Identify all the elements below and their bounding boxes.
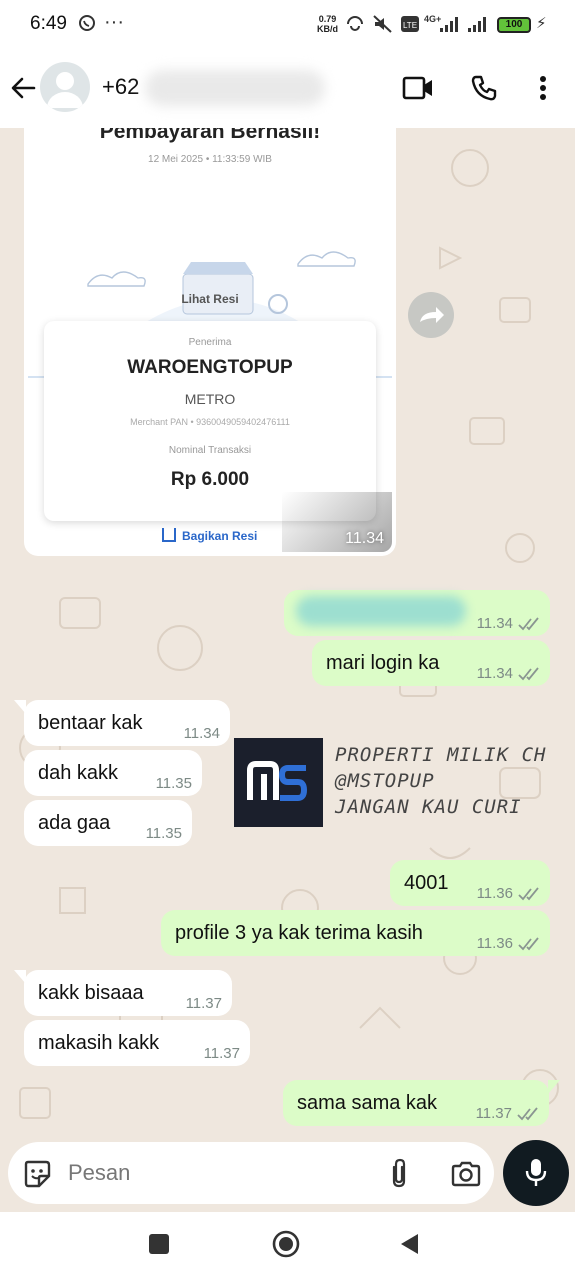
message-bubble-outgoing[interactable]: 4001 11.36	[390, 860, 550, 906]
message-bubble-incoming[interactable]: bentaar kak 11.34	[24, 700, 230, 746]
message-time: 11.36	[477, 934, 540, 954]
svg-text:LTE: LTE	[403, 21, 417, 30]
message-time: 11.34	[183, 725, 220, 742]
message-time: 11.34	[477, 614, 540, 634]
mute-icon	[373, 15, 392, 33]
recipient-label: Penerima	[188, 337, 232, 348]
mstopup-logo	[234, 738, 323, 827]
message-bubble-incoming[interactable]: ada gaa 11.35	[24, 800, 192, 846]
message-time: 11.37	[476, 1104, 539, 1124]
message-time: 11.36	[477, 884, 540, 904]
message-bubble-incoming[interactable]: kakk bisaaa 11.37	[24, 970, 232, 1016]
hotspot-icon	[347, 16, 363, 31]
system-navigation-bar	[0, 1212, 575, 1280]
message-text: mari login ka	[326, 652, 440, 674]
receipt-title: Pembayaran Berhasil!	[99, 128, 321, 143]
message-bubble-outgoing[interactable]: mari login ka 11.34	[312, 640, 550, 686]
message-text: 4001	[404, 872, 449, 894]
microphone-icon	[525, 1159, 547, 1186]
more-options-icon[interactable]	[538, 74, 548, 102]
share-receipt-label: Bagikan Resi	[182, 529, 258, 543]
read-ticks-icon	[517, 1107, 538, 1121]
back-arrow-icon[interactable]	[10, 76, 36, 100]
amount-value: Rp 6.000	[170, 469, 250, 490]
more-notifications-icon: ···	[104, 11, 124, 33]
message-bubble-incoming[interactable]: makasih kakk 11.37	[24, 1020, 250, 1066]
voice-call-icon[interactable]	[470, 74, 498, 102]
message-text: dah kakk	[38, 762, 119, 784]
amount-label: Nominal Transaksi	[168, 445, 252, 456]
read-ticks-icon	[518, 667, 539, 681]
ms-logo-graphic	[247, 761, 308, 801]
recipient-name: WAROENGTOPUP	[127, 357, 293, 378]
message-bubble-outgoing[interactable]: profile 3 ya kak terima kasih 11.36	[161, 910, 550, 956]
message-text: ada gaa	[38, 812, 111, 834]
message-bubble-outgoing[interactable]: sama sama kak 11.37	[283, 1080, 549, 1126]
share-receipt-button: Bagikan Resi	[162, 528, 257, 543]
message-bubble-outgoing[interactable]: 11.34	[284, 590, 550, 636]
volte-icon: LTE	[401, 16, 419, 32]
net-speed: 0.79 KB/d	[317, 14, 338, 34]
signal-icon	[440, 17, 458, 32]
forward-button[interactable]	[408, 292, 454, 338]
message-text: kakk bisaaa	[38, 982, 144, 1004]
chat-header: +62	[0, 50, 575, 128]
message-text: sama sama kak	[297, 1092, 438, 1114]
forward-icon	[420, 307, 444, 323]
sticker-icon[interactable]	[22, 1159, 52, 1189]
chat-area[interactable]: Pembayaran Berhasil! 12 Mei 2025 • 11:33…	[0, 128, 575, 1140]
camera-icon[interactable]	[450, 1160, 482, 1188]
voice-message-button[interactable]	[503, 1140, 569, 1206]
read-ticks-icon	[518, 887, 539, 901]
contact-name[interactable]: +62	[102, 74, 139, 100]
recipient-city: METRO	[184, 391, 236, 407]
message-text: makasih kakk	[38, 1032, 160, 1054]
share-receipt-icon	[162, 528, 176, 542]
message-time: 11.34	[477, 664, 540, 684]
recent-apps-button[interactable]	[149, 1234, 169, 1254]
message-time: 11.37	[185, 995, 222, 1012]
message-input-bar[interactable]: Pesan	[8, 1142, 494, 1204]
receipt-image-message[interactable]: Pembayaran Berhasil! 12 Mei 2025 • 11:33…	[24, 128, 396, 556]
video-call-icon[interactable]	[402, 75, 434, 101]
contact-avatar[interactable]	[40, 62, 90, 112]
attach-icon[interactable]	[388, 1157, 410, 1189]
message-time: 11.34	[345, 530, 384, 547]
watermark-line-2: @MSTOPUP	[335, 770, 435, 792]
charging-icon: ⚡	[536, 15, 547, 32]
whatsapp-notification-icon	[79, 15, 95, 31]
default-avatar-icon	[47, 72, 83, 108]
status-bar: 6:49 ··· 0.79 KB/d LTE 4G+ 100 ⚡	[0, 0, 575, 50]
message-time: 11.37	[203, 1045, 240, 1062]
redacted-message-text	[296, 596, 466, 626]
status-time: 6:49	[30, 13, 67, 34]
read-ticks-icon	[518, 937, 539, 951]
signal-2-icon	[468, 17, 486, 32]
receipt-date: 12 Mei 2025 • 11:33:59 WIB	[148, 154, 272, 165]
read-ticks-icon	[518, 617, 539, 631]
bubble-tail	[548, 1080, 560, 1094]
message-time: 11.35	[145, 825, 182, 842]
message-text: profile 3 ya kak terima kasih	[175, 922, 423, 944]
back-button[interactable]	[398, 1232, 422, 1256]
message-input[interactable]: Pesan	[68, 1160, 130, 1186]
redacted-contact-name	[145, 70, 325, 106]
battery-indicator: 100	[497, 17, 531, 33]
view-receipt-label: Lihat Resi	[181, 292, 239, 306]
message-text: bentaar kak	[38, 712, 143, 734]
watermark-line-3: JANGAN KAU CURI	[335, 796, 522, 818]
watermark-line-1: PROPERTI MILIK CH	[335, 744, 547, 766]
home-button[interactable]	[271, 1229, 301, 1259]
receipt-card: Penerima WAROENGTOPUP METRO Merchant PAN…	[44, 321, 376, 521]
message-bubble-incoming[interactable]: dah kakk 11.35	[24, 750, 202, 796]
receipt-image: Pembayaran Berhasil! 12 Mei 2025 • 11:33…	[28, 128, 392, 552]
message-time: 11.35	[155, 775, 192, 792]
merchant-pan: Merchant PAN • 9360049059402476111	[130, 417, 290, 427]
